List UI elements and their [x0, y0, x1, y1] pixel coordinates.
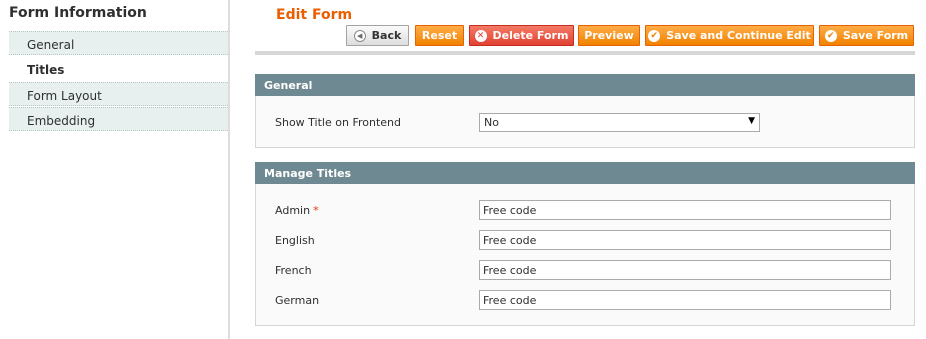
tab-embedding[interactable]: Embedding — [9, 107, 228, 131]
title-input-english[interactable]: Free code — [479, 230, 891, 250]
tab-titles[interactable]: Titles — [9, 57, 228, 81]
tab-general[interactable]: General — [9, 31, 228, 55]
tab-form-layout[interactable]: Form Layout — [9, 82, 228, 106]
header-divider — [255, 51, 915, 55]
show-title-value: No — [484, 116, 499, 129]
title-input-french[interactable]: Free code — [479, 260, 891, 280]
general-section-header: General — [255, 74, 915, 96]
title-label-french: French — [275, 264, 312, 277]
show-title-label: Show Title on Frontend — [275, 116, 401, 129]
delete-icon: ✕ — [474, 29, 487, 42]
delete-form-button[interactable]: ✕ Delete Form — [469, 25, 574, 46]
title-label-german: German — [275, 294, 320, 307]
save-form-button[interactable]: ✔ Save Form — [819, 25, 914, 46]
back-arrow-icon: ◀ — [353, 29, 366, 42]
checkmark-icon: ✔ — [824, 29, 837, 42]
back-button[interactable]: ◀ Back — [346, 25, 409, 46]
show-title-select[interactable]: No ▼ — [479, 113, 760, 132]
title-label-english: English — [275, 234, 315, 247]
reset-button[interactable]: Reset — [415, 25, 464, 46]
save-form-label: Save Form — [842, 29, 909, 42]
delete-form-button-label: Delete Form — [492, 29, 569, 42]
sidebar-title: Form Information — [9, 5, 147, 21]
page-title: Edit Form — [276, 7, 353, 23]
required-marker: * — [313, 204, 319, 217]
reset-button-label: Reset — [421, 29, 458, 42]
sidebar: Form Information General Titles Form Lay… — [0, 0, 228, 339]
dropdown-arrow-icon: ▼ — [748, 116, 755, 126]
title-input-german[interactable]: Free code — [479, 290, 891, 310]
save-and-continue-button[interactable]: ✔ Save and Continue Edit — [645, 25, 814, 46]
back-button-label: Back — [371, 29, 402, 42]
save-and-continue-label: Save and Continue Edit — [666, 29, 811, 42]
checkmark-icon: ✔ — [648, 29, 661, 42]
preview-button-label: Preview — [584, 29, 634, 42]
preview-button[interactable]: Preview — [578, 25, 640, 46]
sidebar-divider — [228, 0, 230, 339]
title-input-admin[interactable]: Free code — [479, 200, 891, 220]
manage-titles-section-header: Manage Titles — [255, 162, 915, 184]
title-label-admin-text: Admin — [275, 204, 311, 217]
title-label-admin: Admin * — [275, 204, 319, 217]
